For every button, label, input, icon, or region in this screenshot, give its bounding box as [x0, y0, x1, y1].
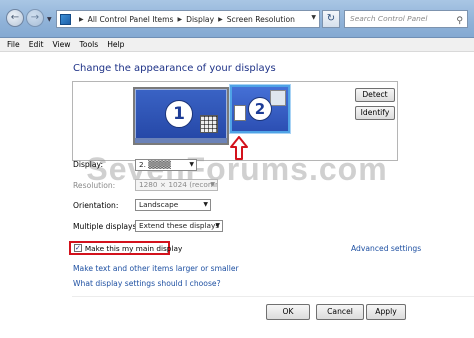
display-value: 2. ▒▒▒▒	[139, 160, 171, 169]
chevron-down-icon: ▼	[189, 161, 194, 168]
red-up-arrow-icon	[230, 136, 248, 160]
multiple-displays-select[interactable]: Extend these displays ▼	[135, 220, 223, 232]
chevron-down-icon: ▼	[203, 201, 208, 208]
title-bar: ← → ▼ ▶ All Control Panel Items ▶ Displa…	[0, 0, 474, 38]
orientation-label: Orientation:	[73, 201, 119, 210]
refresh-icon: ↻	[326, 13, 336, 24]
menu-view[interactable]: View	[52, 40, 70, 49]
main-display-highlight: ✓ Make this my main display	[69, 241, 182, 255]
chevron-right-icon[interactable]: ▶	[79, 16, 84, 23]
ok-button[interactable]: OK	[266, 304, 310, 320]
chevron-right-icon[interactable]: ▶	[218, 16, 223, 23]
page-title: Change the appearance of your displays	[73, 63, 276, 74]
forward-button[interactable]: →	[26, 9, 44, 27]
control-panel-icon	[60, 13, 71, 25]
advanced-settings-link[interactable]: Advanced settings	[351, 244, 421, 253]
menu-help[interactable]: Help	[107, 40, 124, 49]
menu-bar: File Edit View Tools Help	[0, 38, 474, 52]
screen-resolution-window: ← → ▼ ▶ All Control Panel Items ▶ Displa…	[0, 0, 474, 338]
back-arrow-icon: ←	[10, 12, 20, 23]
monitor-2[interactable]: 2	[230, 85, 290, 133]
main-display-checkbox[interactable]: ✓	[74, 244, 82, 252]
display-settings-help-link[interactable]: What display settings should I choose?	[73, 279, 221, 288]
monitor-1-number: 1	[165, 100, 193, 128]
refresh-button[interactable]: ↻	[322, 10, 340, 28]
monitor-1[interactable]: 1	[133, 87, 229, 145]
breadcrumb-all-items[interactable]: All Control Panel Items	[88, 15, 174, 24]
detect-button[interactable]: Detect	[355, 88, 395, 102]
divider	[72, 296, 474, 297]
address-bar[interactable]: ▶ All Control Panel Items ▶ Display ▶ Sc…	[56, 10, 320, 28]
address-dropdown-icon[interactable]: ▼	[311, 14, 316, 21]
multiple-displays-label: Multiple displays:	[73, 222, 140, 231]
search-input[interactable]: Search Control Panel ⚲	[344, 10, 468, 28]
monitor-2-number: 2	[248, 97, 272, 121]
monitor-1-taskbar	[135, 138, 227, 143]
menu-edit[interactable]: Edit	[29, 40, 44, 49]
resolution-label: Resolution:	[73, 181, 116, 190]
window-icon	[270, 90, 286, 106]
back-button[interactable]: ←	[6, 9, 24, 27]
desktop-icon	[200, 115, 218, 133]
search-placeholder: Search Control Panel	[350, 14, 428, 23]
orientation-value: Landscape	[139, 200, 179, 209]
window-icon	[234, 105, 246, 121]
forward-arrow-icon: →	[30, 12, 40, 23]
display-label: Display:	[73, 160, 103, 169]
text-size-link[interactable]: Make text and other items larger or smal…	[73, 264, 239, 273]
orientation-select[interactable]: Landscape ▼	[135, 199, 211, 211]
main-content: Change the appearance of your displays 1…	[0, 53, 474, 338]
breadcrumb-screen-resolution[interactable]: Screen Resolution	[227, 15, 295, 24]
chevron-down-icon: ▼	[210, 181, 215, 188]
cancel-button[interactable]: Cancel	[316, 304, 364, 320]
apply-button[interactable]: Apply	[366, 304, 406, 320]
recent-pages-dropdown-icon[interactable]: ▼	[47, 16, 52, 23]
main-display-checkbox-label[interactable]: Make this my main display	[85, 244, 182, 253]
resolution-select[interactable]: 1280 × 1024 (recommended) ▼	[135, 179, 218, 191]
resolution-value: 1280 × 1024 (recommended)	[139, 180, 217, 189]
identify-button[interactable]: Identify	[355, 106, 395, 120]
breadcrumb-display[interactable]: Display	[186, 15, 214, 24]
menu-file[interactable]: File	[7, 40, 20, 49]
display-arrangement-panel: 1 2	[72, 81, 398, 161]
display-select[interactable]: 2. ▒▒▒▒ ▼	[135, 159, 197, 171]
chevron-right-icon[interactable]: ▶	[177, 16, 182, 23]
multiple-displays-value: Extend these displays	[139, 221, 220, 230]
search-icon: ⚲	[456, 16, 463, 26]
menu-tools[interactable]: Tools	[79, 40, 98, 49]
chevron-down-icon: ▼	[215, 222, 220, 229]
